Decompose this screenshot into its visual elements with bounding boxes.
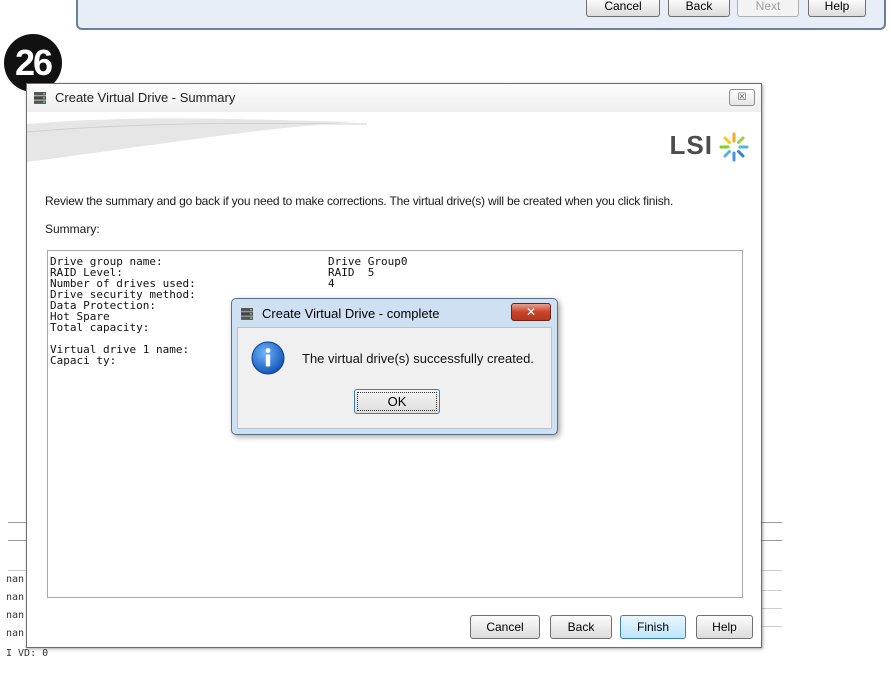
title-bar[interactable]: Create Virtual Drive - Summary ☒ [27, 84, 761, 112]
drive-stack-icon [241, 308, 253, 320]
drive-stack-icon [34, 92, 46, 104]
dialog-close-button[interactable]: ✕ [511, 303, 551, 321]
intro-text: Review the summary and go back if you ne… [45, 194, 674, 208]
bg-divider [762, 590, 782, 591]
complete-dialog: Create Virtual Drive - complete ✕ The vi… [231, 298, 558, 435]
previous-window: Cancel Back Next Help [76, 0, 886, 30]
prev-back-button[interactable]: Back [668, 0, 730, 17]
bg-divider [762, 522, 782, 523]
cancel-button[interactable]: Cancel [470, 615, 540, 639]
bg-row-text: nan [6, 610, 25, 621]
info-icon [251, 341, 285, 375]
ok-button[interactable]: OK [354, 389, 440, 414]
dialog-message: The virtual drive(s) successfully create… [302, 351, 534, 366]
bg-row-text: nan [6, 574, 25, 585]
bg-row-text: nan [6, 628, 25, 639]
summary-label: Summary: [45, 222, 100, 236]
back-button[interactable]: Back [550, 615, 612, 639]
dialog-body: The virtual drive(s) successfully create… [237, 327, 552, 429]
bg-divider [762, 626, 782, 627]
window-title: Create Virtual Drive - Summary [55, 90, 236, 105]
bg-divider [762, 608, 782, 609]
bg-divider [8, 570, 26, 571]
bg-divider [762, 540, 782, 541]
bg-divider [8, 540, 26, 541]
bg-divider [8, 522, 26, 523]
help-button[interactable]: Help [696, 615, 753, 639]
lsi-starburst-icon [719, 132, 749, 162]
prev-help-button[interactable]: Help [808, 0, 866, 17]
summary-row-label: Capaci ty: [50, 354, 117, 367]
prev-next-button: Next [737, 0, 799, 17]
lsi-logo: LSI [669, 130, 713, 160]
finish-button[interactable]: Finish [620, 615, 686, 639]
header-banner: LSI [27, 112, 761, 172]
dialog-title: Create Virtual Drive - complete [262, 306, 440, 321]
bg-divider [762, 570, 782, 571]
bg-row-text: nan [6, 592, 25, 603]
prev-cancel-button[interactable]: Cancel [586, 0, 660, 17]
close-button[interactable]: ☒ [729, 89, 755, 106]
summary-row-value: 4 [328, 277, 335, 290]
bg-footer-text: I VD: 0 [6, 648, 49, 659]
summary-row-label: Total capacity: [50, 321, 150, 334]
banner-swoosh [27, 118, 368, 162]
